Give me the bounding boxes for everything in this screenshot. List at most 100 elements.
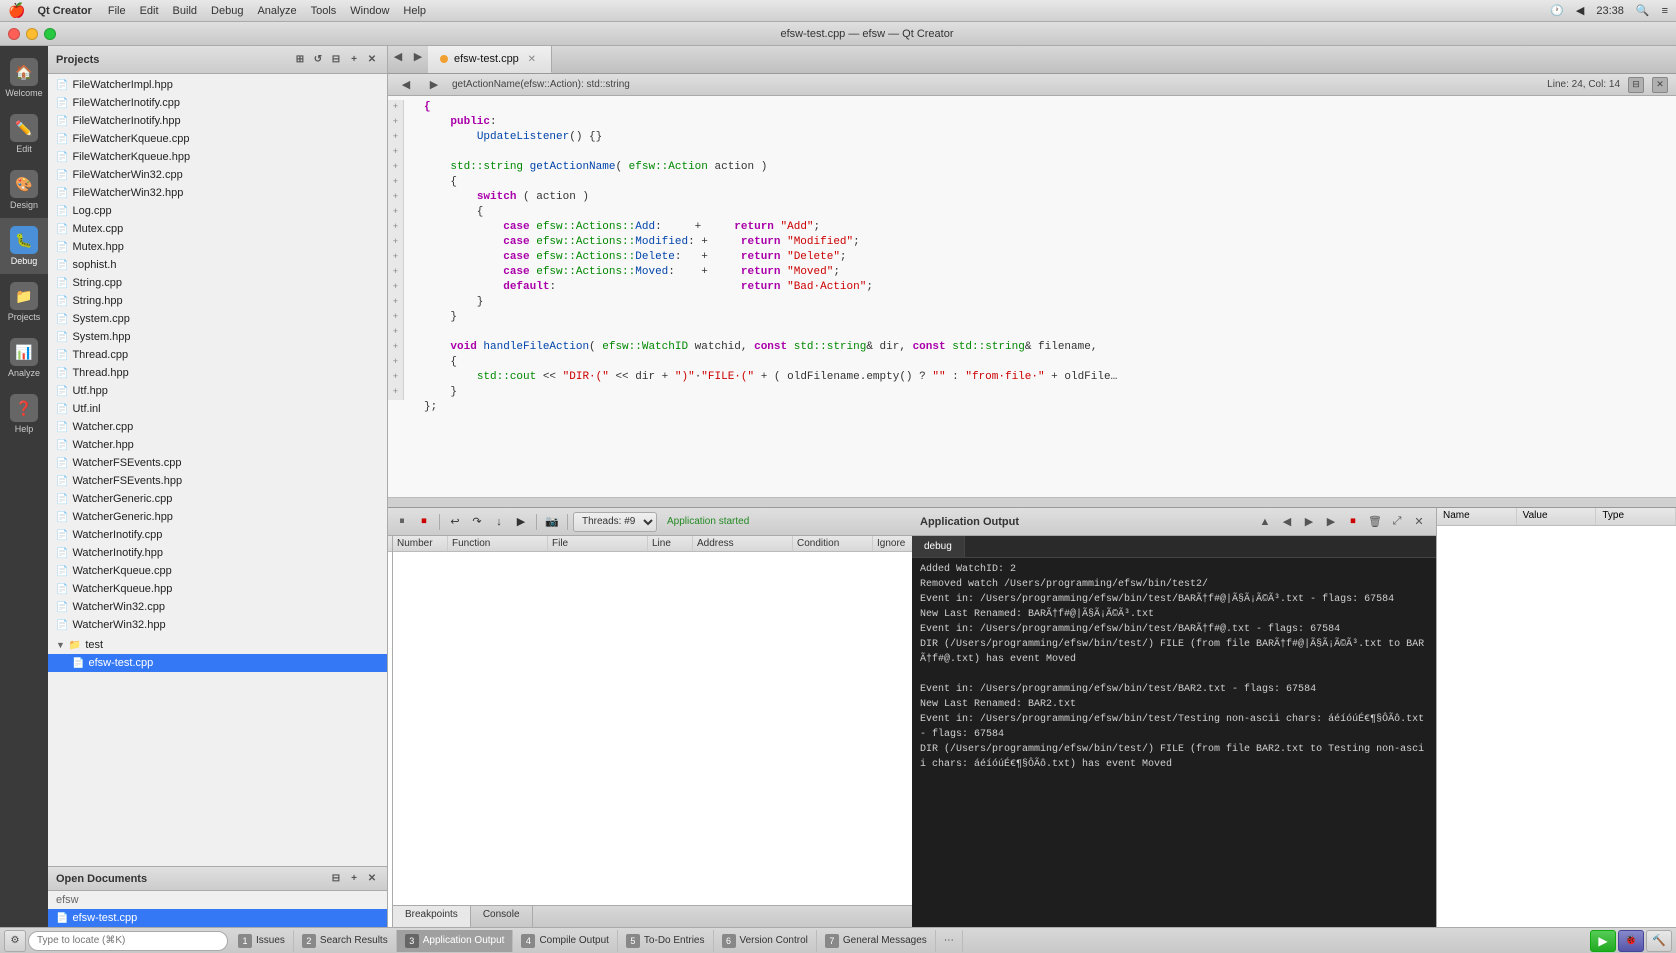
run-button[interactable]: ▶: [1590, 930, 1616, 952]
ao-run-btn[interactable]: ▶: [1322, 513, 1340, 531]
status-tab-more[interactable]: ⋯: [936, 930, 963, 952]
file-item[interactable]: 📄 System.cpp: [48, 310, 387, 328]
search-menu-icon[interactable]: 🔍: [1636, 4, 1650, 17]
build-menu[interactable]: Build: [173, 5, 197, 17]
stop-button[interactable]: ⏹: [414, 512, 434, 532]
od-expand-icon[interactable]: ⊟: [329, 872, 343, 886]
od-add-icon[interactable]: +: [347, 872, 361, 886]
file-item[interactable]: 📄 WatcherFSEvents.cpp: [48, 454, 387, 472]
file-item[interactable]: 📄 FileWatcherKqueue.hpp: [48, 148, 387, 166]
status-tab-app-output[interactable]: 3 Application Output: [397, 930, 514, 952]
editor-tab-efsw-test[interactable]: efsw-test.cpp ✕: [428, 46, 552, 73]
snapshot-button[interactable]: 📷: [542, 512, 562, 532]
info-fwd-btn[interactable]: ▶: [424, 75, 444, 95]
tab-console[interactable]: Console: [471, 906, 533, 927]
status-tab-compile[interactable]: 4 Compile Output: [513, 930, 617, 952]
menu-extra-icon[interactable]: ≡: [1662, 5, 1668, 17]
threads-selector[interactable]: Threads: #9: [573, 512, 657, 532]
ao-prev-btn[interactable]: ◀: [1278, 513, 1296, 531]
apple-menu[interactable]: 🍎: [8, 2, 25, 19]
file-item[interactable]: 📄 WatcherGeneric.cpp: [48, 490, 387, 508]
nav-welcome[interactable]: 🏠 Welcome: [0, 50, 48, 106]
file-item[interactable]: 📄 Mutex.cpp: [48, 220, 387, 238]
status-tab-version-control[interactable]: 6 Version Control: [714, 930, 817, 952]
nav-edit[interactable]: ✏️ Edit: [0, 106, 48, 162]
file-item[interactable]: 📄 WatcherWin32.hpp: [48, 616, 387, 634]
status-tab-general[interactable]: 7 General Messages: [817, 930, 936, 952]
status-tab-issues[interactable]: 1 Issues: [230, 930, 294, 952]
nav-design[interactable]: 🎨 Design: [0, 162, 48, 218]
step-out-button[interactable]: ↩: [445, 512, 465, 532]
pause-button[interactable]: ⏸: [392, 512, 412, 532]
build-button[interactable]: 🔨: [1646, 930, 1672, 952]
file-item[interactable]: 📄 FileWatcherWin32.cpp: [48, 166, 387, 184]
status-tab-todo[interactable]: 5 To-Do Entries: [618, 930, 714, 952]
file-item[interactable]: 📄 FileWatcherKqueue.cpp: [48, 130, 387, 148]
info-split-btn[interactable]: ⊟: [1628, 77, 1644, 93]
nav-debug[interactable]: 🐛 Debug: [0, 218, 48, 274]
file-item[interactable]: 📄 System.hpp: [48, 328, 387, 346]
help-menu[interactable]: Help: [403, 5, 426, 17]
file-item[interactable]: 📄 WatcherInotify.cpp: [48, 526, 387, 544]
sidebar-filter-icon[interactable]: ⊞: [293, 53, 307, 67]
file-item[interactable]: 📄 FileWatcherInotify.hpp: [48, 112, 387, 130]
file-item[interactable]: 📄 FileWatcherInotify.cpp: [48, 94, 387, 112]
continue-button[interactable]: ▶: [511, 512, 531, 532]
file-item[interactable]: 📄 Log.cpp: [48, 202, 387, 220]
analyze-menu[interactable]: Analyze: [257, 5, 296, 17]
file-item[interactable]: 📄 Watcher.hpp: [48, 436, 387, 454]
status-search-input[interactable]: [28, 931, 228, 951]
code-content[interactable]: + { + public: + UpdateListener() {} +: [388, 96, 1676, 497]
file-item[interactable]: 📄 Utf.hpp: [48, 382, 387, 400]
tab-nav-next[interactable]: ▶: [408, 46, 428, 66]
file-item[interactable]: 📄 WatcherFSEvents.hpp: [48, 472, 387, 490]
folder-item[interactable]: ▼ 📁 test: [48, 636, 387, 654]
step-into-button[interactable]: ↓: [489, 512, 509, 532]
ao-up-btn[interactable]: ▲: [1256, 513, 1274, 531]
ao-tab-debug[interactable]: debug: [912, 536, 965, 557]
code-scrollbar[interactable]: [388, 497, 1676, 507]
status-settings-btn[interactable]: ⚙: [4, 930, 26, 952]
nav-projects[interactable]: 📁 Projects: [0, 274, 48, 330]
selected-file-item[interactable]: 📄 efsw-test.cpp: [48, 654, 387, 672]
file-item[interactable]: 📄 Utf.inl: [48, 400, 387, 418]
file-item[interactable]: 📄 WatcherKqueue.cpp: [48, 562, 387, 580]
tab-close-button[interactable]: ✕: [525, 52, 539, 66]
sidebar-sync-icon[interactable]: ↺: [311, 53, 325, 67]
ao-next-btn[interactable]: ▶: [1300, 513, 1318, 531]
sidebar-close-icon[interactable]: ✕: [365, 53, 379, 67]
ao-close-btn[interactable]: ✕: [1410, 513, 1428, 531]
sidebar-add-icon[interactable]: +: [347, 53, 361, 67]
status-tab-search-results[interactable]: 2 Search Results: [294, 930, 397, 952]
debug-run-button[interactable]: 🐞: [1618, 930, 1644, 952]
info-close-btn[interactable]: ✕: [1652, 77, 1668, 93]
sidebar-collapse-icon[interactable]: ⊟: [329, 53, 343, 67]
file-item[interactable]: 📄 Thread.hpp: [48, 364, 387, 382]
file-item[interactable]: 📄 Watcher.cpp: [48, 418, 387, 436]
file-item[interactable]: 📄 String.hpp: [48, 292, 387, 310]
file-item[interactable]: 📄 Mutex.hpp: [48, 238, 387, 256]
ao-stop-btn[interactable]: ⏹: [1344, 513, 1362, 531]
step-over-button[interactable]: ↷: [467, 512, 487, 532]
window-menu[interactable]: Window: [350, 5, 389, 17]
close-button[interactable]: [8, 28, 20, 40]
file-item[interactable]: 📄 sophist.h: [48, 256, 387, 274]
file-item[interactable]: 📄 WatcherInotify.hpp: [48, 544, 387, 562]
file-item[interactable]: 📄 Thread.cpp: [48, 346, 387, 364]
ao-expand-btn[interactable]: ⤢: [1388, 513, 1406, 531]
debug-menu[interactable]: Debug: [211, 5, 243, 17]
od-close-icon[interactable]: ✕: [365, 872, 379, 886]
nav-analyze[interactable]: 📊 Analyze: [0, 330, 48, 386]
file-item[interactable]: 📄 FileWatcherWin32.hpp: [48, 184, 387, 202]
tab-breakpoints[interactable]: Breakpoints: [393, 906, 471, 927]
file-item[interactable]: 📄 WatcherKqueue.hpp: [48, 580, 387, 598]
file-item[interactable]: 📄 WatcherGeneric.hpp: [48, 508, 387, 526]
info-back-btn[interactable]: ◀: [396, 75, 416, 95]
minimize-button[interactable]: [26, 28, 38, 40]
file-item[interactable]: 📄 String.cpp: [48, 274, 387, 292]
file-item[interactable]: 📄 FileWatcherImpl.hpp: [48, 76, 387, 94]
file-menu[interactable]: File: [108, 5, 126, 17]
tab-nav-prev[interactable]: ◀: [388, 46, 408, 66]
tools-menu[interactable]: Tools: [311, 5, 337, 17]
app-menu[interactable]: Qt Creator: [37, 5, 91, 17]
